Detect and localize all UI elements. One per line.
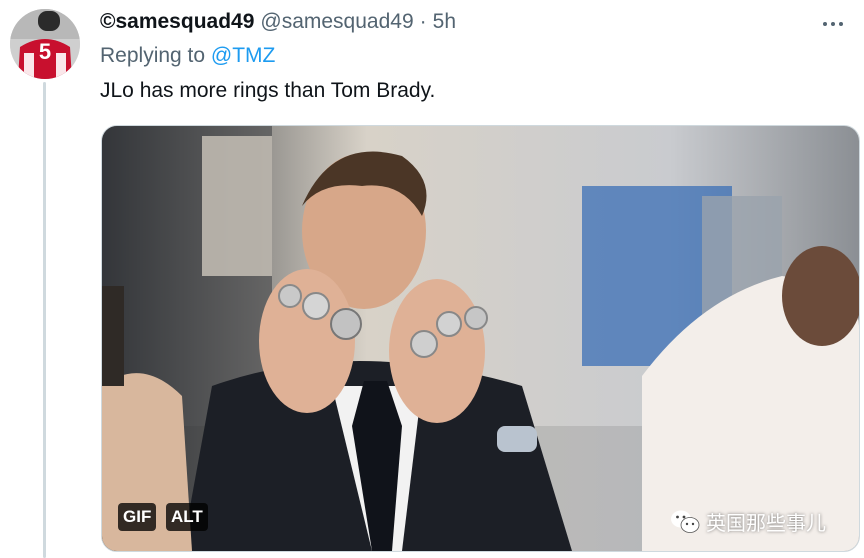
alt-text-badge[interactable]: ALT (166, 503, 208, 531)
display-name[interactable]: ©samesquad49 (100, 10, 254, 34)
avatar-jersey-number: 5 (39, 39, 51, 64)
replying-to-mention[interactable]: @TMZ (211, 44, 275, 67)
tweet-header: ©samesquad49 @samesquad49 · 5h (100, 10, 456, 38)
more-horizontal-icon (823, 22, 827, 26)
replying-to-line: Replying to @TMZ (100, 44, 275, 68)
watermark-text: 英国那些事儿 (706, 511, 826, 535)
timestamp[interactable]: 5h (433, 10, 456, 34)
separator-dot: · (419, 10, 427, 33)
gif-frame-image (102, 126, 859, 551)
gif-badge[interactable]: GIF (118, 503, 157, 531)
tweet-media-gif[interactable] (101, 125, 860, 552)
replying-to-label: Replying to (100, 44, 206, 67)
tweet-text: JLo has more rings than Tom Brady. (100, 79, 436, 102)
avatar-image: 5 (10, 9, 80, 79)
watermark: 英国那些事儿 (670, 507, 826, 536)
thread-line (43, 82, 46, 558)
more-options-button[interactable] (818, 12, 848, 36)
user-handle[interactable]: @samesquad49 (260, 10, 413, 34)
avatar[interactable]: 5 (10, 9, 80, 79)
wechat-icon (671, 510, 700, 533)
